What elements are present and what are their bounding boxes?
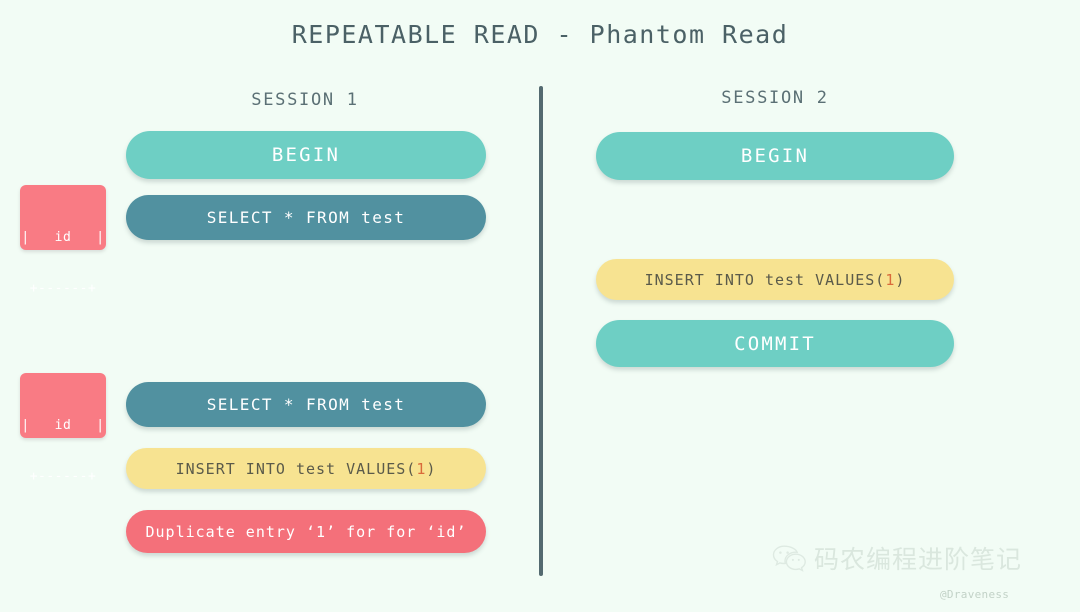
- result-table-1-row-separator: +------+: [29, 281, 97, 296]
- session-2-step-begin[interactable]: BEGIN: [596, 132, 954, 180]
- session-1-insert-value: 1: [416, 459, 427, 478]
- session-2-step-commit[interactable]: COMMIT: [596, 320, 954, 367]
- session-1-step-insert[interactable]: INSERT INTO test VALUES(1): [126, 448, 486, 489]
- session-1-step-select-second[interactable]: SELECT * FROM test: [126, 382, 486, 427]
- wechat-icon: [772, 544, 806, 572]
- result-table-1: | id | +------+: [20, 185, 106, 296]
- page-title: REPEATABLE READ - Phantom Read: [291, 20, 789, 49]
- session-2-header: SESSION 2: [721, 88, 829, 108]
- session-2-insert-prefix: INSERT INTO test VALUES(: [644, 270, 886, 289]
- session-1-step-select-first[interactable]: SELECT * FROM test: [126, 195, 486, 240]
- session-1-insert-prefix: INSERT INTO test VALUES(: [175, 459, 417, 478]
- diagram-canvas: REPEATABLE READ - Phantom Read SESSION 1…: [0, 0, 1080, 612]
- watermark-text: 码农编程进阶笔记: [814, 545, 1023, 574]
- result-table-2: | id | +------+: [20, 373, 106, 484]
- watermark: 码农编程进阶笔记: [772, 540, 1022, 576]
- session-1-step-begin[interactable]: BEGIN: [126, 131, 486, 179]
- result-table-2-row-header: | id |: [21, 418, 105, 433]
- session-2-insert-suffix: ): [895, 270, 906, 289]
- session-1-insert-suffix: ): [426, 459, 437, 478]
- result-table-1-row-header: | id |: [21, 230, 105, 245]
- result-table-2-row-separator: +------+: [29, 469, 97, 484]
- session-1-header: SESSION 1: [251, 90, 359, 110]
- session-2-insert-value: 1: [885, 270, 896, 289]
- session-1-step-error[interactable]: Duplicate entry ‘1’ for for ‘id’: [126, 510, 486, 553]
- watermark-credit: @Draveness: [940, 588, 1010, 601]
- session-divider: [539, 86, 543, 576]
- session-2-step-insert[interactable]: INSERT INTO test VALUES(1): [596, 259, 954, 300]
